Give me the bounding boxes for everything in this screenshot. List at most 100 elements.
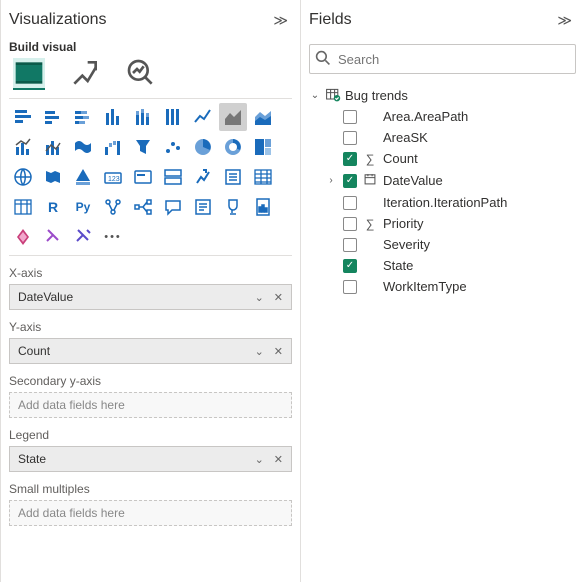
field-count[interactable]: ✓∑Count bbox=[325, 148, 576, 169]
well-x-dropdown[interactable]: ⌄ bbox=[251, 291, 268, 304]
field-checkbox[interactable] bbox=[343, 238, 357, 252]
field-areask[interactable]: AreaSK bbox=[325, 127, 576, 148]
search-input[interactable] bbox=[309, 44, 576, 74]
viz-area[interactable] bbox=[219, 103, 247, 131]
well-x-value: DateValue bbox=[14, 288, 77, 306]
well-legend-value: State bbox=[14, 450, 50, 468]
viz-scatter[interactable] bbox=[159, 133, 187, 161]
field-label: Severity bbox=[383, 237, 576, 252]
tab-build-visual[interactable] bbox=[13, 58, 45, 90]
viz-treemap[interactable] bbox=[249, 133, 277, 161]
well-legend-dropdown[interactable]: ⌄ bbox=[251, 453, 268, 466]
table-bug-trends[interactable]: ⌄ Bug trends bbox=[309, 84, 576, 106]
viz-paginated[interactable] bbox=[249, 193, 277, 221]
viz-goals[interactable] bbox=[219, 193, 247, 221]
well-sm-placeholder: Add data fields here bbox=[14, 504, 129, 522]
viz-key-influencers[interactable] bbox=[99, 193, 127, 221]
field-checkbox[interactable]: ✓ bbox=[343, 174, 357, 188]
well-y-remove[interactable]: ✕ bbox=[270, 345, 287, 358]
field-label: Area.AreaPath bbox=[383, 109, 576, 124]
viz-qna[interactable] bbox=[159, 193, 187, 221]
viz-kpi[interactable] bbox=[189, 163, 217, 191]
fields-header: Fields ≫ bbox=[309, 0, 576, 40]
table-icon bbox=[325, 87, 341, 103]
viz-multirow[interactable] bbox=[159, 163, 187, 191]
more-icon: ••• bbox=[104, 231, 122, 243]
viz-pie[interactable] bbox=[189, 133, 217, 161]
viz-pin1[interactable] bbox=[39, 223, 67, 251]
well-legend-dropzone[interactable]: State ⌄ ✕ bbox=[9, 446, 292, 472]
field-label: DateValue bbox=[383, 173, 576, 188]
viz-line-column2[interactable] bbox=[39, 133, 67, 161]
viz-r[interactable]: R bbox=[39, 193, 67, 221]
analytics-icon bbox=[125, 57, 157, 89]
well-y-dropdown[interactable]: ⌄ bbox=[251, 345, 268, 358]
expand-icon[interactable]: › bbox=[325, 175, 337, 186]
field-checkbox[interactable] bbox=[343, 131, 357, 145]
field-state[interactable]: ✓State bbox=[325, 255, 576, 276]
viz-azure-map[interactable] bbox=[69, 163, 97, 191]
viz-stacked-area[interactable] bbox=[249, 103, 277, 131]
well-sm-dropzone[interactable]: Add data fields here bbox=[9, 500, 292, 526]
field-checkbox[interactable] bbox=[343, 196, 357, 210]
viz-more[interactable]: ••• bbox=[99, 223, 127, 251]
well-legend: Legend State ⌄ ✕ bbox=[9, 428, 292, 472]
well-y2-dropzone[interactable]: Add data fields here bbox=[9, 392, 292, 418]
search-icon bbox=[315, 50, 331, 69]
field-checkbox[interactable]: ✓ bbox=[343, 259, 357, 273]
viz-stacked-column2[interactable] bbox=[159, 103, 187, 131]
viz-matrix[interactable] bbox=[9, 193, 37, 221]
viz-column[interactable] bbox=[99, 103, 127, 131]
well-x-label: X-axis bbox=[9, 266, 292, 280]
collapse-viz-button[interactable]: ≫ bbox=[269, 8, 292, 33]
viz-pin2[interactable] bbox=[69, 223, 97, 251]
viz-map[interactable] bbox=[9, 163, 37, 191]
viz-stacked-bar2[interactable] bbox=[69, 103, 97, 131]
viz-gauge[interactable]: 123 bbox=[99, 163, 127, 191]
viz-slicer[interactable] bbox=[219, 163, 247, 191]
tab-format-visual[interactable] bbox=[69, 58, 101, 90]
viz-stacked-bar[interactable] bbox=[9, 103, 37, 131]
well-x-axis: X-axis DateValue ⌄ ✕ bbox=[9, 266, 292, 310]
field-area-areapath[interactable]: Area.AreaPath bbox=[325, 106, 576, 127]
fields-panel: Fields ≫ ⌄ Bug trends Area.AreaPath AreaS… bbox=[300, 0, 584, 582]
tab-analytics[interactable] bbox=[125, 58, 157, 90]
search-wrap bbox=[309, 44, 576, 74]
viz-narrative[interactable] bbox=[189, 193, 217, 221]
field-severity[interactable]: Severity bbox=[325, 234, 576, 255]
viz-line-column[interactable] bbox=[9, 133, 37, 161]
field-workitemtype[interactable]: WorkItemType bbox=[325, 276, 576, 297]
well-x-dropzone[interactable]: DateValue ⌄ ✕ bbox=[9, 284, 292, 310]
viz-decomp-tree[interactable] bbox=[129, 193, 157, 221]
viz-ribbon[interactable] bbox=[69, 133, 97, 161]
viz-filled-map[interactable] bbox=[39, 163, 67, 191]
calendar-icon bbox=[363, 172, 377, 189]
viz-py[interactable]: Py bbox=[69, 193, 97, 221]
viz-table[interactable] bbox=[249, 163, 277, 191]
viz-stacked-column[interactable] bbox=[129, 103, 157, 131]
field-priority[interactable]: ∑Priority bbox=[325, 213, 576, 234]
field-iteration-iterationpath[interactable]: Iteration.IterationPath bbox=[325, 192, 576, 213]
field-checkbox[interactable]: ✓ bbox=[343, 152, 357, 166]
well-y-label: Y-axis bbox=[9, 320, 292, 334]
well-x-remove[interactable]: ✕ bbox=[270, 291, 287, 304]
viz-bar[interactable] bbox=[39, 103, 67, 131]
well-y-dropzone[interactable]: Count ⌄ ✕ bbox=[9, 338, 292, 364]
field-checkbox[interactable] bbox=[343, 280, 357, 294]
viz-funnel[interactable] bbox=[129, 133, 157, 161]
fields-title: Fields bbox=[309, 11, 352, 29]
svg-text:123: 123 bbox=[108, 176, 120, 183]
well-sm-label: Small multiples bbox=[9, 482, 292, 496]
collapse-fields-button[interactable]: ≫ bbox=[553, 8, 576, 33]
field-label: Iteration.IterationPath bbox=[383, 195, 576, 210]
fields-tree: ⌄ Bug trends Area.AreaPathAreaSK✓∑Count›… bbox=[309, 84, 576, 297]
field-checkbox[interactable] bbox=[343, 110, 357, 124]
viz-donut[interactable] bbox=[219, 133, 247, 161]
field-datevalue[interactable]: › ✓ DateValue bbox=[325, 169, 576, 192]
viz-card[interactable] bbox=[129, 163, 157, 191]
viz-line[interactable] bbox=[189, 103, 217, 131]
viz-waterfall[interactable] bbox=[99, 133, 127, 161]
viz-powerapps[interactable] bbox=[9, 223, 37, 251]
field-checkbox[interactable] bbox=[343, 217, 357, 231]
well-legend-remove[interactable]: ✕ bbox=[270, 453, 287, 466]
